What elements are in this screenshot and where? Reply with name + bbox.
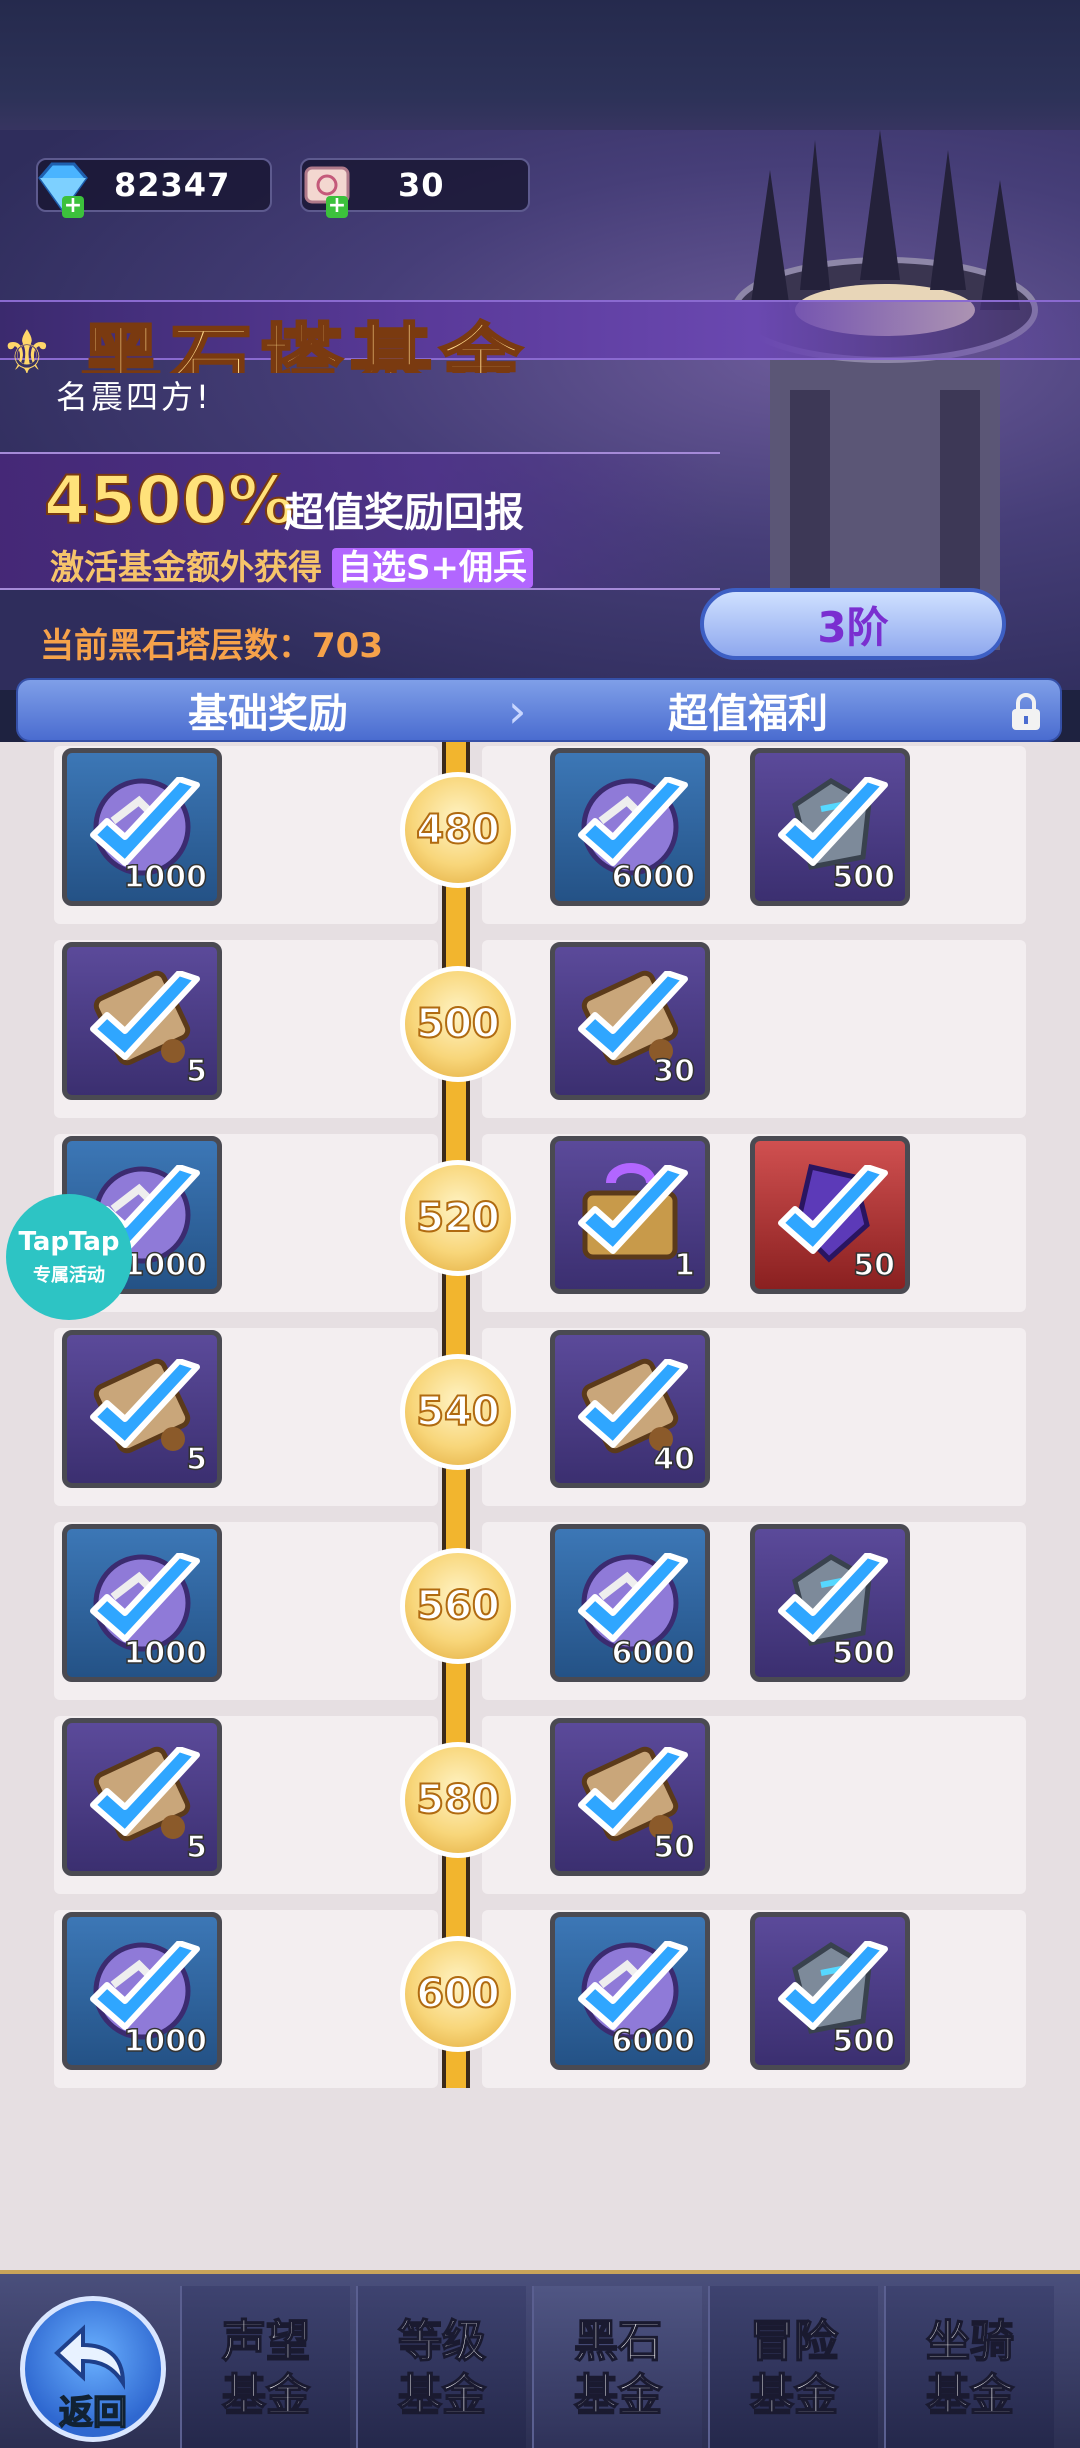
basic-reward-item[interactable]: 5 <box>62 1330 222 1488</box>
bottom-nav: 返回 声望 基金 等级 基金 黑石 基金 冒险 基金 坐骑 基金 <box>0 2270 1080 2448</box>
premium-reward-item[interactable]: 6000 <box>550 1524 710 1682</box>
nav-label-line2: 基金 <box>221 2369 311 2422</box>
level-badge: 600 <box>400 1936 516 2052</box>
promo-subline-a: 激活基金额外获得 <box>50 548 322 588</box>
taptap-event-button[interactable]: TapTap 专属活动 <box>6 1194 132 1320</box>
taptap-line1: TapTap <box>18 1227 120 1257</box>
back-label: 返回 <box>58 2392 128 2434</box>
premium-reward-item[interactable]: 1 <box>550 1136 710 1294</box>
item-quantity: 1000 <box>123 1635 208 1672</box>
item-quantity: 1000 <box>123 2023 208 2060</box>
basic-reward-item[interactable]: 5 <box>62 942 222 1100</box>
level-badge: 560 <box>400 1548 516 1664</box>
current-floor: 当前黑石塔层数：703 <box>40 618 383 667</box>
nav-fund-tab[interactable]: 等级 基金 <box>356 2286 526 2448</box>
item-quantity: 500 <box>832 859 896 896</box>
tier-badge[interactable]: 3阶 <box>700 588 1006 660</box>
tower-art-icon <box>732 130 1038 650</box>
add-ticket-icon[interactable]: + <box>326 195 348 218</box>
item-quantity: 5 <box>185 1829 207 1866</box>
premium-reward-item[interactable]: 50 <box>550 1718 710 1876</box>
diamond-counter[interactable]: + 82347 <box>36 158 272 218</box>
promo-subline: 激活基金额外获得 自选S+佣兵 <box>50 540 533 589</box>
add-diamond-icon[interactable]: + <box>62 195 84 218</box>
item-quantity: 6000 <box>611 1635 696 1672</box>
level-badge: 540 <box>400 1354 516 1470</box>
basic-reward-item[interactable]: 5 <box>62 1718 222 1876</box>
tab-premium-rewards[interactable]: 超值福利 <box>538 680 958 740</box>
reward-tabs: 基础奖励 › 超值福利 <box>16 678 1062 742</box>
item-quantity: 30 <box>653 1053 696 1090</box>
diamond-value: 82347 <box>114 166 231 204</box>
premium-reward-item[interactable]: 6000 <box>550 748 710 906</box>
nav-label-line2: 基金 <box>749 2369 839 2422</box>
basic-reward-item[interactable]: 1000 <box>62 1524 222 1682</box>
level-badge: 520 <box>400 1160 516 1276</box>
tab-basic-rewards[interactable]: 基础奖励 <box>18 680 518 740</box>
floor-value: 703 <box>312 626 383 666</box>
level-badge: 500 <box>400 966 516 1082</box>
item-quantity: 6000 <box>611 2023 696 2060</box>
promo-text: 超值奖励回报 <box>284 490 524 536</box>
item-quantity: 1 <box>673 1247 695 1284</box>
nav-label-line1: 声望 <box>221 2315 311 2368</box>
fleur-ornament-icon: ⚜ <box>0 318 54 388</box>
promo-subline-b: 自选S+佣兵 <box>332 548 533 588</box>
reward-list[interactable]: 1000 6000 500 5 30 1000 1 50 5 40 1000 6000 500 5 50 10… <box>0 742 1080 2270</box>
back-arrow-icon <box>54 2324 126 2390</box>
nav-label-line1: 等级 <box>397 2315 487 2368</box>
premium-reward-item[interactable]: 500 <box>750 748 910 906</box>
item-quantity: 5 <box>185 1441 207 1478</box>
item-quantity: 6000 <box>611 859 696 896</box>
ticket-value: 30 <box>398 166 445 204</box>
basic-reward-item[interactable]: 1000 <box>62 748 222 906</box>
item-quantity: 50 <box>653 1829 696 1866</box>
item-quantity: 5 <box>185 1053 207 1090</box>
item-quantity: 40 <box>653 1441 696 1478</box>
nav-label-line2: 基金 <box>573 2369 663 2422</box>
premium-reward-item[interactable]: 50 <box>750 1136 910 1294</box>
nav-fund-tab[interactable]: 黑石 基金 <box>532 2286 702 2448</box>
promo-percent: 4500% <box>43 461 295 540</box>
lock-icon[interactable] <box>1008 692 1044 732</box>
fund-subtitle: 名震四方! <box>56 378 212 416</box>
back-button[interactable]: 返回 <box>20 2296 166 2442</box>
item-quantity: 50 <box>853 1247 896 1284</box>
floor-label: 当前黑石塔层数： <box>40 626 312 666</box>
item-quantity: 1000 <box>123 1247 208 1284</box>
item-quantity: 500 <box>832 1635 896 1672</box>
level-badge: 480 <box>400 772 516 888</box>
nav-label-line1: 黑石 <box>573 2315 663 2368</box>
tab-separator-icon: › <box>508 684 527 738</box>
nav-label-line2: 基金 <box>397 2369 487 2422</box>
basic-reward-item[interactable]: 1000 <box>62 1912 222 2070</box>
item-quantity: 1000 <box>123 859 208 896</box>
ticket-counter[interactable]: + 30 <box>300 158 530 218</box>
nav-fund-tab[interactable]: 冒险 基金 <box>708 2286 878 2448</box>
nav-fund-tab[interactable]: 坐骑 基金 <box>884 2286 1054 2448</box>
item-quantity: 500 <box>832 2023 896 2060</box>
premium-reward-item[interactable]: 500 <box>750 1524 910 1682</box>
premium-reward-item[interactable]: 40 <box>550 1330 710 1488</box>
taptap-line2: 专属活动 <box>33 1265 105 1286</box>
nav-label-line1: 坐骑 <box>925 2315 1015 2368</box>
top-status-band <box>0 0 1080 140</box>
premium-reward-item[interactable]: 6000 <box>550 1912 710 2070</box>
nav-label-line1: 冒险 <box>749 2315 839 2368</box>
level-badge: 580 <box>400 1742 516 1858</box>
premium-reward-item[interactable]: 30 <box>550 942 710 1100</box>
nav-label-line2: 基金 <box>925 2369 1015 2422</box>
nav-fund-tab[interactable]: 声望 基金 <box>180 2286 350 2448</box>
premium-reward-item[interactable]: 500 <box>750 1912 910 2070</box>
